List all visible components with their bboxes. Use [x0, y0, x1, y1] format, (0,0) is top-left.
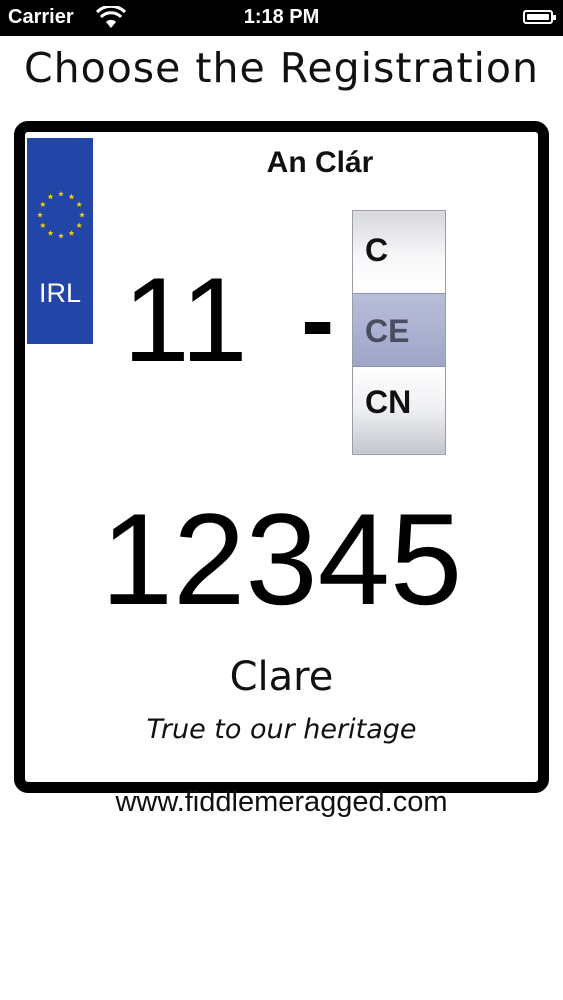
status-time: 1:18 PM [243, 6, 320, 28]
eu-star [47, 230, 54, 236]
picker-option-c[interactable]: C [353, 213, 445, 287]
county-name-english: Clare [229, 654, 334, 700]
eu-star [47, 193, 54, 200]
status-bar: Carrier 1:18 PM [0, 0, 563, 36]
eu-star [79, 212, 85, 218]
country-code: IRL [38, 278, 82, 308]
picker-option-ce-selected[interactable]: CE [353, 293, 445, 367]
eu-star [68, 193, 75, 200]
eu-stars-icon [37, 191, 85, 239]
registration-number: 12345 [100, 486, 463, 632]
county-name-irish: An Clár [266, 146, 374, 179]
eu-star [37, 212, 43, 218]
eu-star [58, 191, 64, 197]
eu-star [58, 233, 64, 239]
registration-plate: IRL An Clár 11 - C CE CN 12345 Clare Tru… [14, 121, 549, 793]
eu-star [68, 230, 75, 236]
eu-star [39, 201, 46, 207]
county-code-picker[interactable]: C CE CN [352, 210, 446, 455]
website-link[interactable]: www.fiddlemeragged.com [0, 786, 563, 819]
eu-band: IRL [27, 138, 93, 344]
separator-dash: - [301, 264, 335, 376]
page-title: Choose the Registration [24, 44, 539, 92]
county-slogan: True to our heritage [146, 714, 417, 745]
eu-star [39, 222, 46, 228]
year-code: 11 [123, 253, 248, 387]
picker-option-cn[interactable]: CN [353, 367, 445, 453]
eu-star [76, 222, 83, 228]
battery-icon [523, 10, 556, 24]
eu-star [76, 201, 83, 207]
